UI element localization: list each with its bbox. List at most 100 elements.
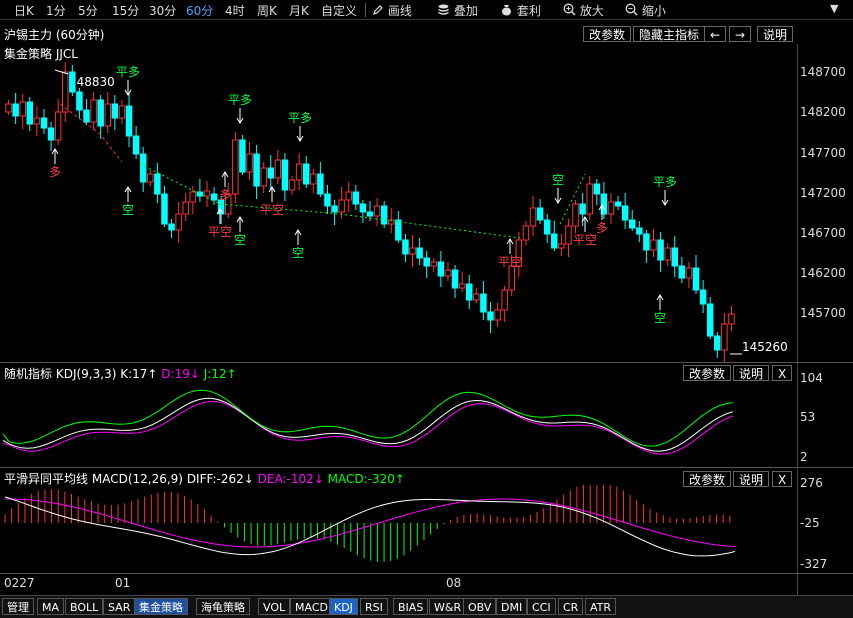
candle-up	[295, 163, 303, 181]
signal-label-buy: 多	[49, 165, 61, 179]
overlay-button[interactable]: 叠加	[437, 2, 478, 19]
prev-arrow-button[interactable]: ←	[704, 26, 727, 42]
candle-down	[416, 247, 423, 259]
macd-chart[interactable]	[0, 485, 797, 575]
kdj-formula: KDJ(9,3,3)	[55, 367, 117, 381]
period-4h[interactable]: 4时	[225, 2, 245, 19]
tab-vol[interactable]: VOL	[258, 598, 291, 615]
candle-down	[487, 311, 494, 321]
zoom-out-label: 缩小	[641, 4, 666, 18]
candle-up	[685, 267, 693, 279]
kdj-d-line	[2, 400, 734, 455]
candle-down	[168, 223, 175, 231]
tab-rsi[interactable]: RSI	[360, 598, 388, 615]
x-label-01: 01	[115, 576, 131, 590]
kdj-tick-53: 53	[800, 410, 816, 424]
candle-up	[728, 313, 735, 325]
period-custom[interactable]: 自定义	[321, 2, 357, 19]
dropdown-arrow-icon[interactable]: ▼	[830, 2, 838, 15]
candle-up	[522, 225, 530, 241]
candle-down	[69, 71, 76, 93]
zoom-in-button[interactable]: 放大	[563, 2, 604, 19]
tab-cr[interactable]: CR	[558, 598, 584, 615]
candle-down	[139, 153, 147, 183]
tab-manage[interactable]: 管理	[2, 598, 34, 615]
draw-line-button[interactable]: 画线	[372, 2, 412, 19]
axis-divider	[797, 44, 798, 595]
candle-down	[699, 289, 707, 305]
y-tick-148200: 148200	[800, 105, 846, 119]
kdj-edit-params-button[interactable]: 改参数	[683, 365, 732, 381]
candle-down	[579, 203, 586, 215]
tab-boll[interactable]: BOLL	[65, 598, 104, 615]
kdj-name: 随机指标	[4, 367, 53, 381]
candle-down	[543, 219, 551, 235]
tab-turtle-strategy[interactable]: 海龟策略	[196, 598, 250, 615]
tab-obv[interactable]: OBV	[463, 598, 497, 615]
main-edit-params-button[interactable]: 改参数	[583, 26, 632, 42]
period-day[interactable]: 日K	[14, 2, 34, 19]
y-tick-146200: 146200	[800, 266, 846, 280]
signal-label-close_short: 平空	[260, 203, 284, 217]
macd-name: 平滑异同平均线	[4, 472, 89, 486]
candle-up	[721, 323, 728, 351]
zoom-in-icon	[563, 3, 576, 16]
layers-icon	[438, 4, 449, 15]
macd-macd-value: MACD:-320↑	[327, 472, 405, 486]
tab-cci[interactable]: CCI	[527, 598, 556, 615]
candle-up	[508, 265, 515, 291]
zoom-out-icon	[625, 3, 638, 16]
candle-up	[345, 191, 352, 201]
signal-label-close_long: 平多	[116, 65, 140, 79]
zoom-out-button[interactable]: 缩小	[625, 2, 666, 19]
candle-up	[586, 183, 593, 215]
macd-tick-neg327: -327	[800, 557, 828, 571]
main-help-button[interactable]: 说明	[757, 26, 794, 42]
arbitrage-label: 套利	[516, 4, 541, 18]
candle-up	[572, 203, 579, 227]
signal-label-short: 空	[292, 246, 304, 260]
tab-dmi[interactable]: DMI	[496, 598, 528, 615]
tab-kdj[interactable]: KDJ	[329, 598, 358, 615]
candle-down	[154, 173, 161, 195]
kdj-help-button[interactable]: 说明	[733, 365, 770, 381]
period-month[interactable]: 月K	[289, 2, 309, 19]
overlay-label: 叠加	[453, 4, 478, 18]
panel-divider	[0, 467, 853, 468]
candle-down	[643, 233, 650, 251]
tab-jijin-strategy[interactable]: 集金策略	[134, 598, 188, 615]
period-30min[interactable]: 30分	[149, 2, 176, 19]
candle-up	[274, 159, 282, 179]
candle-up	[61, 71, 69, 113]
period-5min[interactable]: 5分	[78, 2, 98, 19]
period-60min[interactable]: 60分	[186, 2, 213, 19]
candlestick-chart[interactable]: 多平多空平多多空平空平空平多空平空空平空多平多空	[0, 44, 797, 362]
candle-up	[565, 225, 572, 245]
arbitrage-button[interactable]: 套利	[500, 2, 541, 19]
period-1min[interactable]: 1分	[46, 2, 66, 19]
tab-atr[interactable]: ATR	[585, 598, 617, 615]
macd-tick-276: 276	[800, 476, 823, 490]
kdj-j-value: J:12↑	[203, 367, 237, 381]
period-15min[interactable]: 15分	[112, 2, 139, 19]
tab-ma[interactable]: MA	[37, 598, 65, 615]
x-axis-line	[0, 573, 853, 574]
symbol-title: 沪锡主力 (60分钟)	[4, 28, 105, 42]
kdj-chart[interactable]	[0, 380, 797, 466]
y-tick-147200: 147200	[800, 186, 846, 200]
tab-bias[interactable]: BIAS	[393, 598, 429, 615]
candle-up	[650, 239, 657, 251]
candle-up	[607, 201, 615, 215]
tab-sar[interactable]: SAR	[103, 598, 136, 615]
next-arrow-button[interactable]: →	[729, 26, 752, 42]
signal-label-short: 空	[234, 233, 246, 247]
kdj-close-button[interactable]: X	[772, 365, 793, 381]
indicator-tab-bar: 管理 MA BOLL SAR 集金策略 海龟策略 VOL MACD KDJ RS…	[0, 595, 853, 618]
candle-up	[90, 99, 97, 123]
tab-wr[interactable]: W&R	[429, 598, 467, 615]
candle-up	[473, 293, 480, 301]
tab-macd[interactable]: MACD	[290, 598, 333, 615]
zoom-in-label: 放大	[579, 4, 604, 18]
hide-main-indicator-button[interactable]: 隐藏主指标	[633, 26, 706, 42]
period-week[interactable]: 周K	[257, 2, 277, 19]
